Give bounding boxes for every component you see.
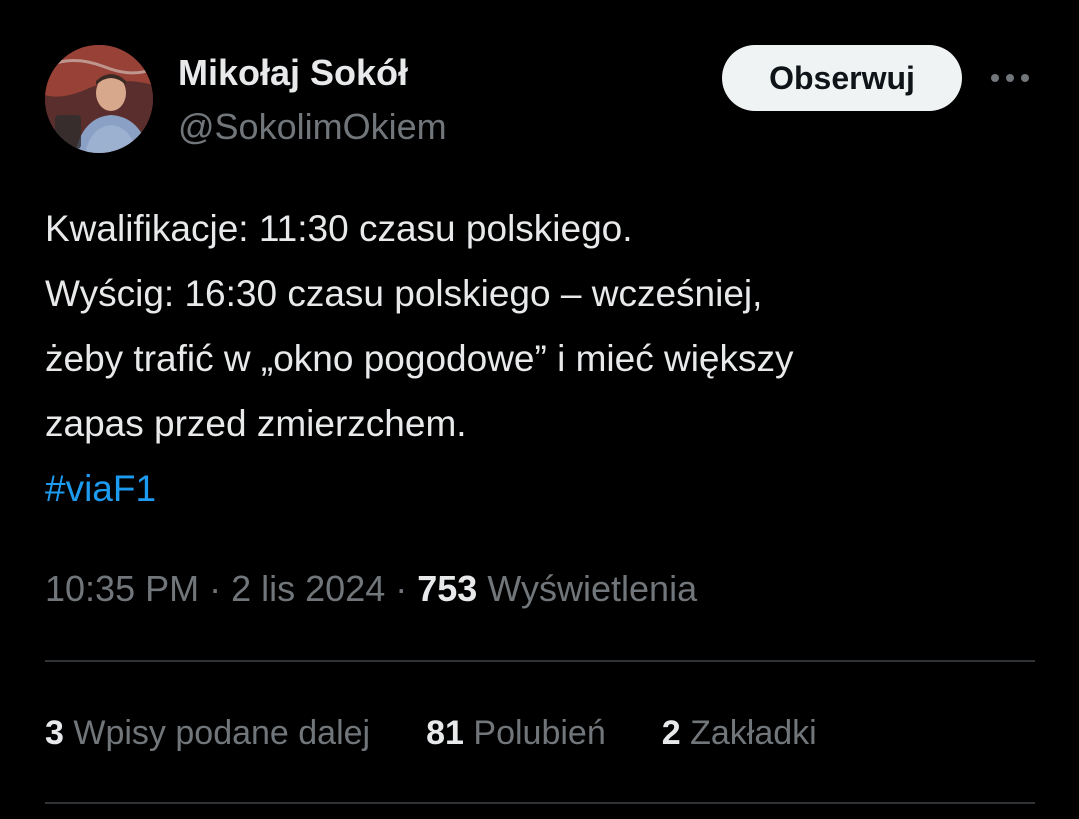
- views-label: Wyświetlenia: [487, 568, 698, 609]
- retweets-label: Wpisy podane dalej: [73, 714, 371, 752]
- views-count: 753: [417, 568, 478, 609]
- likes-count: 81: [426, 714, 464, 752]
- tweet-text-line: zapas przed zmierzchem.: [45, 403, 467, 444]
- tweet-text-line: żeby trafić w „okno pogodowe” i mieć wię…: [45, 338, 794, 379]
- author-handle[interactable]: @SokolimOkiem: [178, 106, 447, 148]
- bookmarks-count: 2: [661, 714, 681, 752]
- tweet-time[interactable]: 10:35 PM: [45, 568, 199, 609]
- meta-separator: ·: [209, 568, 222, 609]
- avatar[interactable]: [45, 45, 153, 153]
- author-display-name[interactable]: Mikołaj Sokół: [178, 52, 408, 94]
- bookmarks-stat[interactable]: 2 Zakładki: [662, 714, 817, 753]
- more-horizontal-icon: [991, 74, 1029, 82]
- tweet-text-line: Kwalifikacje: 11:30 czasu polskiego.: [45, 208, 633, 249]
- tweet-date[interactable]: 2 lis 2024: [231, 568, 385, 609]
- tweet-text: Kwalifikacje: 11:30 czasu polskiego. Wyś…: [45, 196, 1035, 521]
- more-options-button[interactable]: [986, 60, 1034, 96]
- tweet: Mikołaj Sokół @SokolimOkiem Obserwuj Kwa…: [0, 0, 1079, 819]
- bookmarks-label: Zakładki: [690, 714, 817, 752]
- hashtag-link[interactable]: #viaF1: [45, 456, 1035, 521]
- likes-stat[interactable]: 81 Polubień: [426, 714, 606, 753]
- meta-separator: ·: [395, 568, 408, 609]
- retweets-stat[interactable]: 3 Wpisy podane dalej: [45, 714, 370, 753]
- retweets-count: 3: [45, 714, 64, 752]
- follow-button[interactable]: Obserwuj: [722, 45, 962, 111]
- avatar-image: [45, 45, 153, 153]
- tweet-stats: 3 Wpisy podane dalej 81 Polubień 2 Zakła…: [45, 714, 817, 753]
- tweet-text-line: Wyścig: 16:30 czasu polskiego – wcześnie…: [45, 273, 763, 314]
- divider: [45, 660, 1035, 662]
- divider: [45, 802, 1035, 804]
- tweet-meta: 10:35 PM · 2 lis 2024 · 753 Wyświetlenia: [45, 568, 697, 610]
- likes-label: Polubień: [473, 714, 606, 752]
